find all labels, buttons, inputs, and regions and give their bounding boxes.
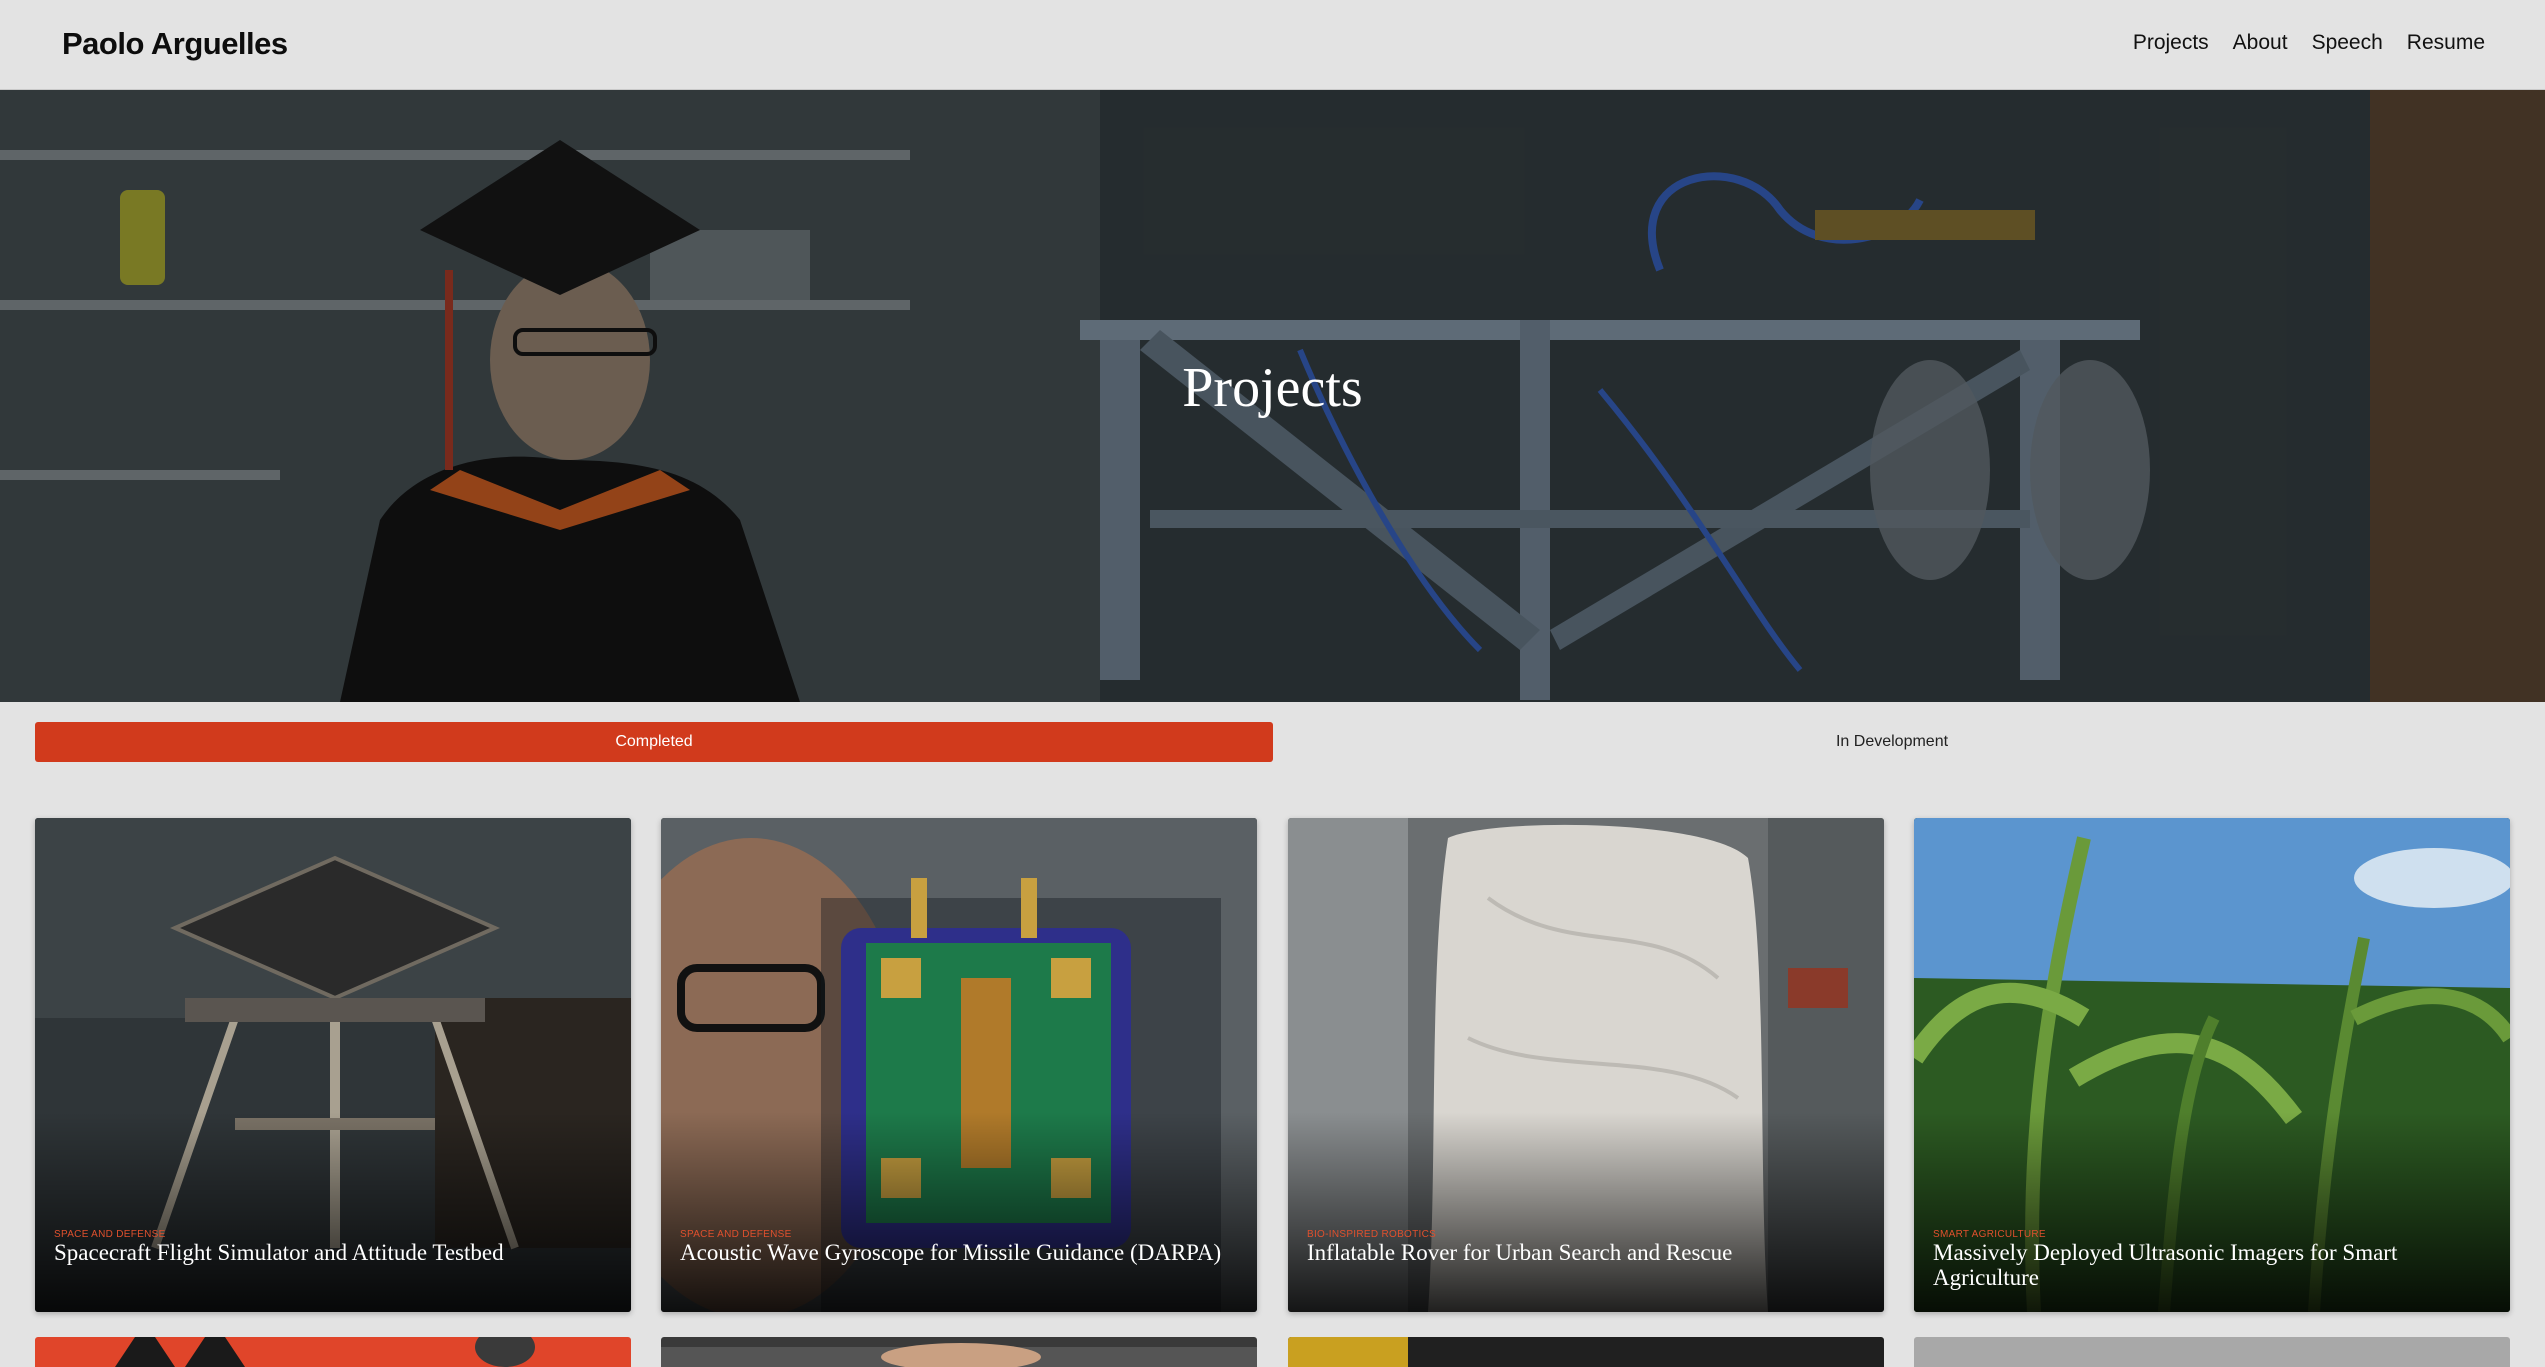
project-card-peek[interactable] — [1914, 1337, 2510, 1367]
project-card-peek[interactable] — [1288, 1337, 1884, 1367]
nav-speech[interactable]: Speech — [2312, 31, 2383, 55]
project-category: SPACE AND DEFENSE — [54, 1229, 166, 1240]
main-nav: Projects About Speech Resume — [2133, 31, 2485, 55]
project-title: Massively Deployed Ultrasonic Imagers fo… — [1933, 1240, 2398, 1290]
project-filter-tabs: Completed In Development — [35, 722, 2510, 762]
card-gradient — [1288, 1112, 1884, 1312]
card-gradient — [35, 1112, 631, 1312]
project-title: Spacecraft Flight Simulator and Attitude… — [54, 1240, 504, 1265]
nav-resume[interactable]: Resume — [2407, 31, 2485, 55]
tab-completed[interactable]: Completed — [35, 722, 1273, 762]
project-title: Inflatable Rover for Urban Search and Re… — [1307, 1240, 1733, 1265]
page-title: Projects — [1182, 357, 1363, 419]
project-category: SPACE AND DEFENSE — [680, 1229, 792, 1240]
project-thumbnail — [661, 1343, 1257, 1367]
top-navbar: Paolo Arguelles Projects About Speech Re… — [0, 0, 2545, 90]
project-thumbnail — [1288, 1337, 1408, 1367]
hero-banner: Projects — [0, 90, 2545, 702]
nav-projects[interactable]: Projects — [2133, 31, 2209, 55]
project-card[interactable]: SPACE AND DEFENSE Acoustic Wave Gyroscop… — [661, 818, 1257, 1312]
project-title: Acoustic Wave Gyroscope for Missile Guid… — [680, 1240, 1222, 1265]
nav-about[interactable]: About — [2233, 31, 2288, 55]
card-gradient — [661, 1112, 1257, 1312]
project-category: SMART AGRICULTURE — [1933, 1229, 2046, 1240]
project-category: BIO-INSPIRED ROBOTICS — [1307, 1229, 1437, 1240]
brand-logo-link[interactable]: Paolo Arguelles — [62, 26, 288, 62]
tab-in-development[interactable]: In Development — [1273, 722, 2511, 762]
project-card-peek[interactable] — [661, 1337, 1257, 1367]
project-card[interactable]: SPACE AND DEFENSE Spacecraft Flight Simu… — [35, 818, 631, 1312]
project-card[interactable]: BIO-INSPIRED ROBOTICS Inflatable Rover f… — [1288, 818, 1884, 1312]
project-card-peek[interactable] — [35, 1337, 631, 1367]
project-thumbnail — [115, 1337, 535, 1367]
project-card[interactable]: SMART AGRICULTURE Massively Deployed Ult… — [1914, 818, 2510, 1312]
